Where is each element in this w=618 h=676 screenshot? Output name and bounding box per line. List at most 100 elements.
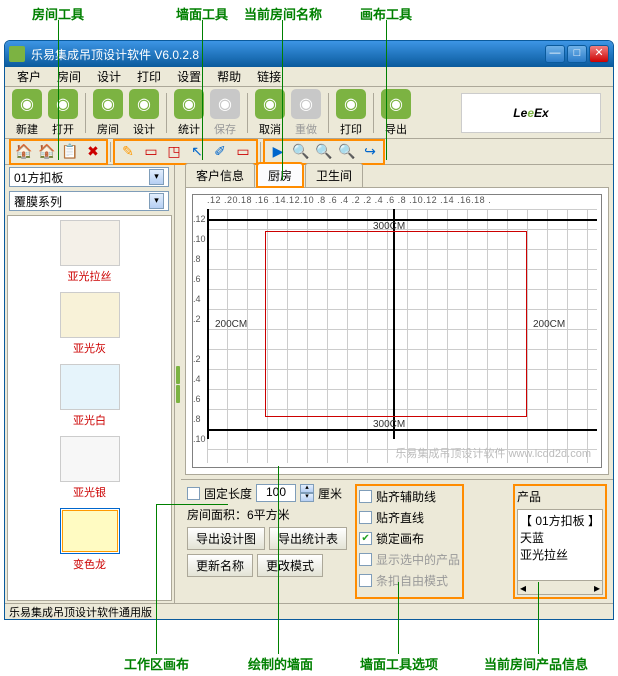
room-outline[interactable] <box>265 231 527 417</box>
material-item[interactable]: 亚光白 <box>8 360 171 432</box>
menu-设置[interactable]: 设置 <box>169 66 209 87</box>
material-item[interactable]: 亚光银 <box>8 432 171 504</box>
ann-wall-tools: 墙面工具 <box>176 4 228 23</box>
change-mode-button[interactable]: 更改模式 <box>257 554 323 577</box>
product-type-combo[interactable]: 01方扣板 ▾ <box>9 167 169 187</box>
tab-kitchen[interactable]: 厨房 <box>257 163 303 187</box>
wall-tool-group: ✎ ▭ ◳ ↖ ✐ ▭ <box>113 139 258 165</box>
dim-right: 200CM <box>533 319 565 330</box>
corner-icon[interactable]: ◳ <box>164 142 184 162</box>
fixed-length-checkbox[interactable] <box>187 487 200 500</box>
export-design-button[interactable]: 导出设计图 <box>187 527 265 550</box>
menu-房间[interactable]: 房间 <box>49 66 89 87</box>
spin-up[interactable]: ▴ <box>300 484 314 493</box>
toolbar-保存: ◉保存 <box>207 89 243 137</box>
unit-label: 厘米 <box>318 485 342 502</box>
small-toolbar: 🏠 🏠 📋 ✖ ✎ ▭ ◳ ↖ ✐ ▭ ▶ 🔍 🔍 🔍 ↪ <box>5 139 613 165</box>
material-item[interactable]: 亚光拉丝 <box>8 216 171 288</box>
toolbar-打印[interactable]: ◉打印 <box>333 89 369 137</box>
edit-wall-icon[interactable]: ✐ <box>210 142 230 162</box>
app-icon <box>9 46 25 62</box>
toolbar-重做: ◉重做 <box>288 89 324 137</box>
toolbar-新建[interactable]: ◉新建 <box>9 89 45 137</box>
ann-product-info: 当前房间产品信息 <box>484 654 588 673</box>
statusbar: 乐易集成吊顶设计软件通用版 <box>5 603 613 619</box>
combo-value: 覆膜系列 <box>14 193 62 210</box>
main-area: 客户信息 厨房 卫生间 .12 .20.18 .16 .14.12.10 .8 … <box>181 165 613 603</box>
material-item[interactable]: 变色龙 <box>8 504 171 576</box>
window-title: 乐易集成吊顶设计软件 V6.0.2.8 <box>31 46 545 63</box>
minimize-button[interactable]: — <box>545 45 565 63</box>
toolbar-设计[interactable]: ◉设计 <box>126 89 162 137</box>
ann-drawn-walls: 绘制的墙面 <box>248 654 313 673</box>
menu-帮助[interactable]: 帮助 <box>209 66 249 87</box>
fixed-length-input[interactable]: 100 <box>256 484 296 502</box>
logo: LeeEx <box>461 93 601 133</box>
tab-customer-info[interactable]: 客户信息 <box>185 163 255 187</box>
ann-work-canvas: 工作区画布 <box>124 654 189 673</box>
room-area-label: 房间面积：6平方米 <box>187 506 347 523</box>
close-button[interactable]: ✕ <box>589 45 609 63</box>
maximize-button[interactable]: □ <box>567 45 587 63</box>
chevron-down-icon[interactable]: ▾ <box>149 193 164 209</box>
watermark: 乐易集成吊顶设计软件 www.lcdd2d.com <box>395 445 591 461</box>
dim-left: 200CM <box>215 319 247 330</box>
scroll-left-icon[interactable]: ◂ <box>520 581 526 594</box>
copy-icon[interactable]: 📋 <box>60 142 80 162</box>
material-item[interactable]: 亚光灰 <box>8 288 171 360</box>
ruler-vertical: .12 .10 .8 .6 .4 .2 .2 .4 .6 .8 .10 <box>193 209 206 463</box>
export-stats-button[interactable]: 导出统计表 <box>269 527 347 550</box>
strip-mode-checkbox <box>359 574 372 587</box>
menu-客户[interactable]: 客户 <box>9 66 49 87</box>
delete-wall-icon[interactable]: ▭ <box>233 142 253 162</box>
toolbar-打开[interactable]: ◉打开 <box>45 89 81 137</box>
toolbar-导出[interactable]: ◉导出 <box>378 89 414 137</box>
zoom-fit-icon[interactable]: 🔍 <box>337 142 357 162</box>
rect-icon[interactable]: ▭ <box>141 142 161 162</box>
redo-arrow-icon[interactable]: ↪ <box>360 142 380 162</box>
show-product-checkbox <box>359 553 372 566</box>
wall-options-group: 贴齐辅助线 贴齐直线 ✔锁定画布 显示选中的产品 条扣自由模式 <box>355 484 464 599</box>
ann-wall-options: 墙面工具选项 <box>360 654 438 673</box>
product-listbox[interactable]: 【 01方扣板 】 天蓝 亚光拉丝 ◂▸ <box>517 509 603 595</box>
home-yellow-icon[interactable]: 🏠 <box>14 142 34 162</box>
update-name-button[interactable]: 更新名称 <box>187 554 253 577</box>
fixed-length-label: 固定长度 <box>204 485 252 502</box>
zoom-in-icon[interactable]: 🔍 <box>291 142 311 162</box>
sidebar: 01方扣板 ▾ 覆膜系列 ▾ 亚光拉丝亚光灰亚光白亚光银变色龙 <box>5 165 175 603</box>
menubar: 客户房间设计打印设置帮助链接 <box>5 67 613 87</box>
dim-bottom: 300CM <box>373 419 405 430</box>
pencil-icon[interactable]: ✎ <box>118 142 138 162</box>
titlebar: 乐易集成吊顶设计软件 V6.0.2.8 — □ ✕ <box>5 41 613 67</box>
lock-canvas-checkbox[interactable]: ✔ <box>359 532 372 545</box>
delete-room-icon[interactable]: ✖ <box>83 142 103 162</box>
dim-top: 300CM <box>373 221 405 232</box>
tab-bathroom[interactable]: 卫生间 <box>305 163 363 187</box>
tabs: 客户信息 厨房 卫生间 <box>181 165 613 187</box>
zoom-out-icon[interactable]: 🔍 <box>314 142 334 162</box>
design-canvas[interactable]: .12 .20.18 .16 .14.12.10 .8 .6 .4 .2 .2 … <box>192 194 602 468</box>
menu-设计[interactable]: 设计 <box>89 66 129 87</box>
ann-canvas-tools: 画布工具 <box>360 4 412 23</box>
toolbar-房间[interactable]: ◉房间 <box>90 89 126 137</box>
home-add-icon[interactable]: 🏠 <box>37 142 57 162</box>
menu-打印[interactable]: 打印 <box>129 66 169 87</box>
material-list[interactable]: 亚光拉丝亚光灰亚光白亚光银变色龙 <box>7 215 172 601</box>
chevron-down-icon[interactable]: ▾ <box>149 169 164 185</box>
canvas-container: .12 .20.18 .16 .14.12.10 .8 .6 .4 .2 .2 … <box>185 187 609 475</box>
bottom-panel: 固定长度 100 ▴▾ 厘米 房间面积：6平方米 导出设计图 导出统计表 更新名… <box>181 479 613 603</box>
main-toolbar: ◉新建◉打开◉房间◉设计◉统计◉保存◉取消◉重做◉打印◉导出LeeEx <box>5 87 613 139</box>
series-combo[interactable]: 覆膜系列 ▾ <box>9 191 169 211</box>
ann-current-room: 当前房间名称 <box>244 4 322 23</box>
scroll-right-icon[interactable]: ▸ <box>594 581 600 594</box>
spin-down[interactable]: ▾ <box>300 493 314 502</box>
menu-链接[interactable]: 链接 <box>249 66 289 87</box>
play-icon[interactable]: ▶ <box>268 142 288 162</box>
pointer-icon[interactable]: ↖ <box>187 142 207 162</box>
snap-guide-checkbox[interactable] <box>359 490 372 503</box>
product-title: 产品 <box>517 488 603 505</box>
product-info-group: 产品 【 01方扣板 】 天蓝 亚光拉丝 ◂▸ <box>513 484 607 599</box>
snap-line-checkbox[interactable] <box>359 511 372 524</box>
ruler-horizontal: .12 .20.18 .16 .14.12.10 .8 .6 .4 .2 .2 … <box>207 195 597 205</box>
ann-room-tools: 房间工具 <box>32 4 84 23</box>
